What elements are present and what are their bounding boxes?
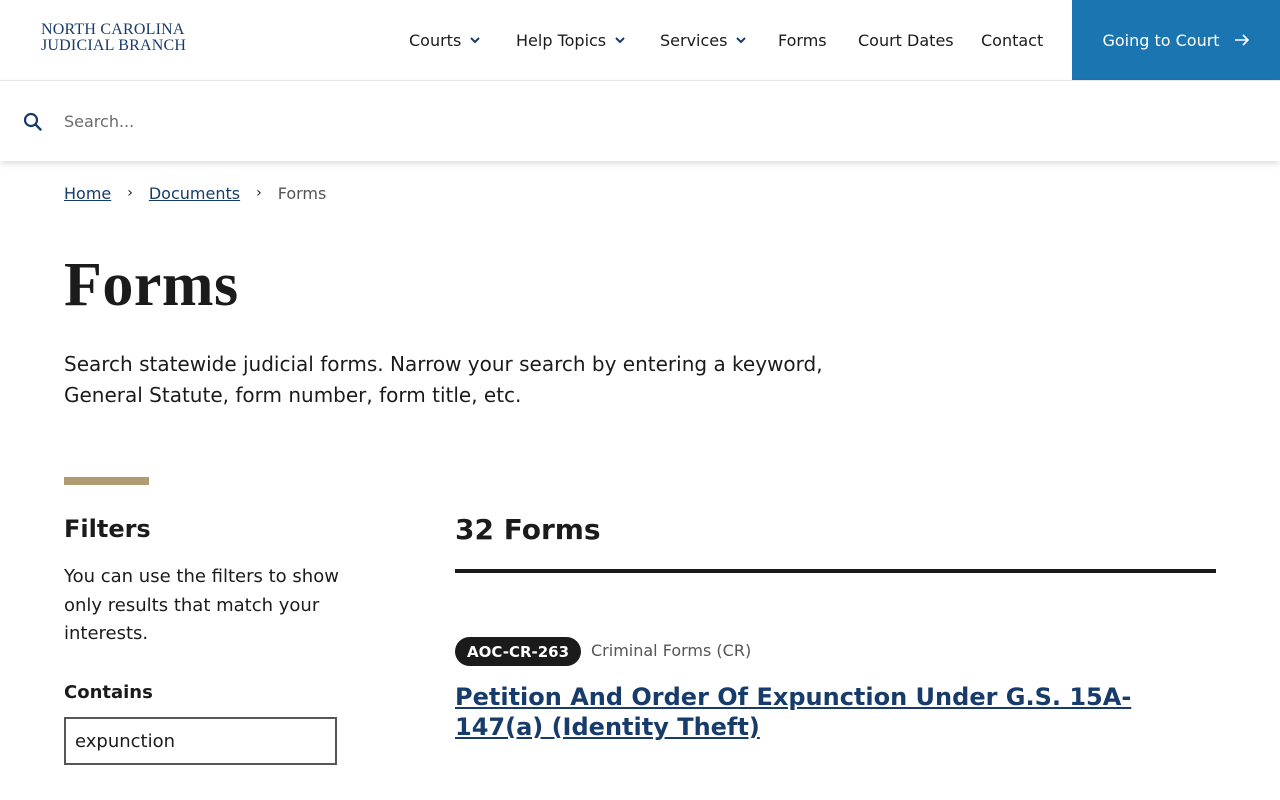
form-number-badge: AOC-CR-263 bbox=[455, 637, 582, 666]
logo-line-1: NORTH CAROLINA bbox=[41, 21, 185, 38]
nav-forms-label: Forms bbox=[778, 30, 827, 50]
form-title-link[interactable]: Petition And Order Of Expunction Under G… bbox=[455, 682, 1195, 742]
nav-courts[interactable]: Courts bbox=[409, 0, 481, 80]
filters-description: You can use the filters to show only res… bbox=[64, 566, 339, 644]
site-logo[interactable]: NORTH CAROLINA JUDICIAL BRANCH bbox=[41, 22, 186, 54]
chevron-down-icon bbox=[615, 37, 625, 44]
chevron-right-icon: › bbox=[256, 185, 262, 201]
going-to-court-button[interactable]: Going to Court bbox=[1072, 0, 1280, 80]
nav-courts-label: Courts bbox=[409, 30, 462, 50]
nav-contact-label: Contact bbox=[981, 30, 1044, 50]
results-count: 32 Forms bbox=[455, 513, 601, 546]
arrow-right-icon bbox=[1234, 34, 1249, 46]
nav-forms[interactable]: Forms bbox=[778, 0, 827, 80]
results-divider bbox=[455, 569, 1216, 573]
going-to-court-label: Going to Court bbox=[1102, 30, 1220, 50]
breadcrumb-home[interactable]: Home bbox=[64, 184, 111, 203]
accent-divider bbox=[64, 477, 149, 485]
filters-heading: Filters bbox=[64, 515, 151, 543]
nav-court-dates[interactable]: Court Dates bbox=[858, 0, 954, 80]
nav-contact[interactable]: Contact bbox=[981, 0, 1043, 80]
breadcrumb: Home › Documents › Forms bbox=[64, 182, 326, 204]
chevron-down-icon bbox=[736, 37, 747, 44]
form-category: Criminal Forms (CR) bbox=[591, 641, 752, 660]
chevron-down-icon bbox=[470, 37, 481, 44]
breadcrumb-documents[interactable]: Documents bbox=[149, 184, 240, 203]
logo-line-2: JUDICIAL BRANCH bbox=[41, 37, 187, 54]
chevron-right-icon: › bbox=[127, 185, 133, 201]
contains-filter-input[interactable] bbox=[64, 717, 337, 765]
page-intro: Search statewide judicial forms. Narrow … bbox=[64, 352, 823, 407]
page-title: Forms bbox=[64, 251, 239, 319]
search-icon[interactable] bbox=[23, 112, 43, 132]
nav-court-dates-label: Court Dates bbox=[858, 30, 954, 50]
contains-label: Contains bbox=[64, 682, 153, 703]
site-search-bar bbox=[0, 80, 1280, 161]
nav-services[interactable]: Services bbox=[660, 0, 747, 80]
site-search-input[interactable] bbox=[64, 103, 1244, 139]
nav-help-topics-label: Help Topics bbox=[516, 30, 607, 50]
site-header: NORTH CAROLINA JUDICIAL BRANCH Courts He… bbox=[0, 0, 1280, 80]
breadcrumb-current: Forms bbox=[277, 183, 327, 203]
nav-services-label: Services bbox=[660, 30, 728, 50]
nav-help-topics[interactable]: Help Topics bbox=[516, 0, 626, 80]
